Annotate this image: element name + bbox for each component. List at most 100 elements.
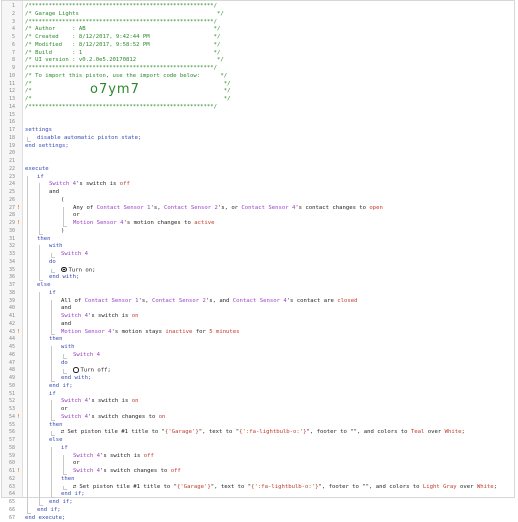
code-line[interactable]: 47do [2, 360, 514, 368]
line-number: 53 [2, 406, 15, 414]
code-statement: Any of Contact Sensor 1's, Contact Senso… [73, 205, 383, 213]
code-line[interactable]: 30) [2, 228, 514, 236]
code-line[interactable]: 57else [2, 437, 514, 445]
code-line[interactable]: 15 [2, 112, 514, 120]
code-line[interactable]: 8/* UI version : v0.2.0e5.20170812 */ [2, 57, 514, 65]
code-line[interactable]: 42and [2, 321, 514, 329]
device-name[interactable]: Switch 4 [73, 453, 100, 459]
code-line[interactable]: 66end if; [2, 507, 514, 515]
device-name[interactable]: Switch 4 [61, 251, 88, 257]
code-line[interactable]: 18disable automatic piston state; [2, 135, 514, 143]
code-line[interactable]: 33Switch 4 [2, 251, 514, 259]
code-line[interactable]: 48Turn off; [2, 367, 514, 375]
code-statement: else [37, 282, 50, 290]
code-line[interactable]: 59Switch 4's switch is off [2, 453, 514, 461]
code-line[interactable]: 41Switch 4's switch is on [2, 313, 514, 321]
code-statement: or [61, 406, 68, 414]
code-line[interactable]: 12/* */o7ym7 [2, 88, 514, 96]
code-line[interactable]: 45with [2, 344, 514, 352]
code-line[interactable]: 27!Any of Contact Sensor 1's, Contact Se… [2, 205, 514, 213]
code-line[interactable]: 23if [2, 174, 514, 182]
device-name[interactable]: Motion Sensor 4 [73, 220, 124, 226]
code-line[interactable]: 3/**************************************… [2, 19, 514, 27]
code-line[interactable]: 67end execute; [2, 515, 514, 522]
code-line[interactable]: 5/* Created : 8/12/2017, 9:42:44 PM */ [2, 34, 514, 42]
code-line[interactable]: 38if [2, 290, 514, 298]
code-line[interactable]: 13/* */ [2, 96, 514, 104]
code-line[interactable]: 32with [2, 243, 514, 251]
code-line[interactable]: 35Turn on; [2, 267, 514, 275]
code-line[interactable]: 10/* To import this piston, use the impo… [2, 73, 514, 81]
code-line[interactable]: 22execute [2, 166, 514, 174]
code-line[interactable]: 17settings [2, 127, 514, 135]
code-line[interactable]: 4/* Author : AB */ [2, 26, 514, 34]
line-number: 39 [2, 298, 15, 306]
action-task-icon: ⇄ [61, 429, 64, 435]
code-line[interactable]: 60or [2, 460, 514, 468]
code-line[interactable]: 25and [2, 189, 514, 197]
device-name[interactable]: Contact Sensor 2 [152, 298, 206, 304]
code-line[interactable]: 65end if; [2, 499, 514, 507]
code-line[interactable]: 14/*************************************… [2, 104, 514, 112]
code-line[interactable]: 44then [2, 336, 514, 344]
device-name[interactable]: Switch 4 [61, 414, 88, 420]
code-line[interactable]: 29!Motion Sensor 4's motion changes to a… [2, 220, 514, 228]
code-line[interactable]: 7/* Build : 1 */ [2, 50, 514, 58]
code-line[interactable]: 52Switch 4's switch is on [2, 398, 514, 406]
device-name[interactable]: Switch 4 [61, 313, 88, 319]
code-line[interactable]: 20 [2, 150, 514, 158]
code-line[interactable]: 54!Switch 4's switch changes to on [2, 414, 514, 422]
code-line[interactable]: 51if [2, 391, 514, 399]
keyword: with [49, 243, 62, 249]
code-text: over [457, 484, 477, 490]
device-name[interactable]: Contact Sensor 1 [85, 298, 139, 304]
device-name[interactable]: Motion Sensor 4 [61, 329, 112, 335]
code-line[interactable]: 53 or [2, 406, 514, 414]
code-line[interactable]: 50end if; [2, 383, 514, 391]
code-line[interactable]: 21 [2, 158, 514, 166]
code-line[interactable]: 55then [2, 422, 514, 430]
block-guide [63, 455, 64, 475]
code-line[interactable]: 1/**************************************… [2, 3, 514, 11]
code-line[interactable]: 2/* Garage Lights */ [2, 11, 514, 19]
code-line[interactable]: 16 [2, 119, 514, 127]
device-name[interactable]: Switch 4 [73, 468, 100, 474]
code-line[interactable]: 37else [2, 282, 514, 290]
code-text: 's contact are [287, 298, 338, 304]
code-line[interactable]: 43!Motion Sensor 4's motion stays inacti… [2, 329, 514, 337]
code-line[interactable]: 64 end if; [2, 491, 514, 499]
code-line[interactable]: 31then [2, 236, 514, 244]
code-line[interactable]: 36end with; [2, 274, 514, 282]
code-line[interactable]: 62then [2, 476, 514, 484]
device-name[interactable]: Contact Sensor 4 [241, 205, 295, 211]
line-number: 16 [2, 119, 15, 127]
code-line[interactable]: 11/* */ [2, 81, 514, 89]
device-name[interactable]: Contact Sensor 2 [164, 205, 218, 211]
code-line[interactable]: 24Switch 4's switch is off [2, 181, 514, 189]
code-line[interactable]: 26( [2, 197, 514, 205]
code-line[interactable]: 49end with; [2, 375, 514, 383]
device-name[interactable]: Switch 4 [73, 352, 100, 358]
device-name[interactable]: Contact Sensor 1 [97, 205, 151, 211]
code-line[interactable]: 56⇄Set piston tile #1 title to "{'Garage… [2, 429, 514, 437]
code-line[interactable]: 40and [2, 305, 514, 313]
code-line[interactable]: 28or [2, 212, 514, 220]
code-line[interactable]: 61!Switch 4's switch changes to off [2, 468, 514, 476]
device-name[interactable]: Switch 4 [49, 181, 76, 187]
block-guide [39, 292, 40, 506]
value-literal: {'Garage'} [177, 484, 211, 490]
keyword: end if; [61, 491, 85, 497]
code-line[interactable]: 58if [2, 445, 514, 453]
device-name[interactable]: Contact Sensor 4 [233, 298, 287, 304]
device-name[interactable]: Switch 4 [61, 398, 88, 404]
code-line[interactable]: 6/* Modified : 8/12/2017, 9:58:52 PM */ [2, 42, 514, 50]
code-line[interactable]: 39All of Contact Sensor 1's, Contact Sen… [2, 298, 514, 306]
line-number: 38 [2, 290, 15, 298]
code-line[interactable]: 46Switch 4 [2, 352, 514, 360]
code-line[interactable]: 9/**************************************… [2, 65, 514, 73]
code-line[interactable]: 19end settings; [2, 143, 514, 151]
code-line[interactable]: 34do [2, 259, 514, 267]
line-number: 64 [2, 491, 15, 499]
code-line[interactable]: 63⇄Set piston tile #1 title to "{'Garage… [2, 484, 514, 492]
code-text: or [73, 212, 80, 218]
